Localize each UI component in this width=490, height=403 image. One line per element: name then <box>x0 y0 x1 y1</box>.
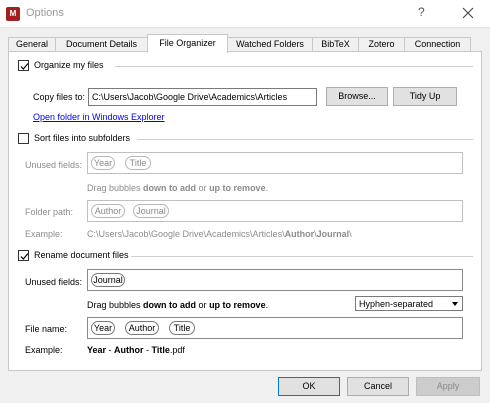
window-title: Options <box>26 7 64 19</box>
file-organizer-panel: Organize my files Copy files to: C:\User… <box>8 51 482 371</box>
file-example-value: Year - Author - Title.pdf <box>87 345 185 355</box>
field-bubble-journal[interactable]: Journal <box>133 204 169 218</box>
separator-dropdown[interactable]: Hyphen-separated <box>355 296 463 311</box>
section-divider <box>131 256 473 257</box>
checkmark-icon <box>20 253 29 260</box>
organize-files-label: Organize my files <box>34 60 104 70</box>
cancel-button[interactable]: Cancel <box>347 377 409 396</box>
close-button[interactable] <box>458 3 478 23</box>
checkmark-icon <box>20 63 29 70</box>
subfolder-unused-fields[interactable]: Year Title <box>87 152 463 174</box>
apply-button[interactable]: Apply <box>416 377 480 396</box>
field-bubble-author[interactable]: Author <box>125 321 159 335</box>
field-bubble-year[interactable]: Year <box>91 321 115 335</box>
subfolder-drag-hint: Drag bubbles down to add or up to remove… <box>87 183 269 193</box>
tab-bibtex[interactable]: BibTeX <box>312 37 359 52</box>
field-bubble-author[interactable]: Author <box>91 204 125 218</box>
folder-example-label: Example: <box>25 229 63 239</box>
browse-button[interactable]: Browse... <box>326 87 388 106</box>
rename-files-label: Rename document files <box>34 250 129 260</box>
field-bubble-journal[interactable]: Journal <box>91 273 125 287</box>
file-name-label: File name: <box>25 324 68 334</box>
ok-button[interactable]: OK <box>278 377 340 396</box>
subfolder-unused-label: Unused fields: <box>25 160 83 170</box>
field-bubble-year[interactable]: Year <box>91 156 115 170</box>
tab-watched-folders[interactable]: Watched Folders <box>227 37 313 52</box>
separator-value: Hyphen-separated <box>359 299 434 309</box>
close-icon <box>462 7 474 19</box>
tidy-up-button[interactable]: Tidy Up <box>393 87 457 106</box>
organize-files-checkbox[interactable] <box>18 60 29 71</box>
title-bar: M Options ? <box>0 0 490 28</box>
help-button[interactable]: ? <box>418 5 425 19</box>
folder-path-fields[interactable]: Author Journal <box>87 200 463 222</box>
copy-files-label: Copy files to: <box>33 92 86 102</box>
tab-document-details[interactable]: Document Details <box>55 37 148 52</box>
chevron-down-icon <box>452 302 458 306</box>
field-bubble-title[interactable]: Title <box>169 321 195 335</box>
copy-path-value: C:\Users\Jacob\Google Drive\Academics\Ar… <box>92 92 288 102</box>
mendeley-app-icon: M <box>6 7 20 21</box>
file-example-label: Example: <box>25 345 63 355</box>
sort-subfolders-checkbox[interactable] <box>18 133 29 144</box>
rename-unused-label: Unused fields: <box>25 277 83 287</box>
rename-files-checkbox[interactable] <box>18 250 29 261</box>
tab-file-organizer[interactable]: File Organizer <box>147 34 228 53</box>
section-divider <box>115 66 473 67</box>
sort-subfolders-label: Sort files into subfolders <box>34 133 131 143</box>
folder-path-label: Folder path: <box>25 207 74 217</box>
open-folder-link[interactable]: Open folder in Windows Explorer <box>33 112 165 122</box>
tab-connection[interactable]: Connection <box>404 37 471 52</box>
tab-general[interactable]: General <box>8 37 56 52</box>
section-divider <box>137 139 473 140</box>
folder-example-value: C:\Users\Jacob\Google Drive\Academics\Ar… <box>87 229 352 239</box>
rename-unused-fields[interactable]: Journal <box>87 269 463 291</box>
rename-drag-hint: Drag bubbles down to add or up to remove… <box>87 300 269 310</box>
copy-path-input[interactable]: C:\Users\Jacob\Google Drive\Academics\Ar… <box>88 88 317 106</box>
file-name-fields[interactable]: Year Author Title <box>87 317 463 339</box>
tab-bar: General Document Details File Organizer … <box>8 34 482 53</box>
field-bubble-title[interactable]: Title <box>125 156 151 170</box>
tab-zotero[interactable]: Zotero <box>358 37 405 52</box>
